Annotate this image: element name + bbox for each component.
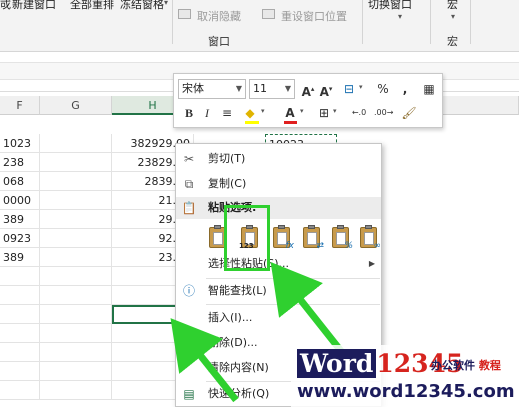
arrow-to-cell <box>170 318 239 403</box>
watermark-tagline: 办公软件 教程 <box>431 357 501 373</box>
watermark-word: Word <box>297 349 377 378</box>
watermark-url: www.word12345.com <box>297 381 515 402</box>
watermark-tagline-a: 办公软件 <box>431 359 475 372</box>
watermark: Word 12345 办公软件 教程 www.word12345.com <box>291 345 519 407</box>
watermark-tagline-b: 教程 <box>478 359 501 372</box>
